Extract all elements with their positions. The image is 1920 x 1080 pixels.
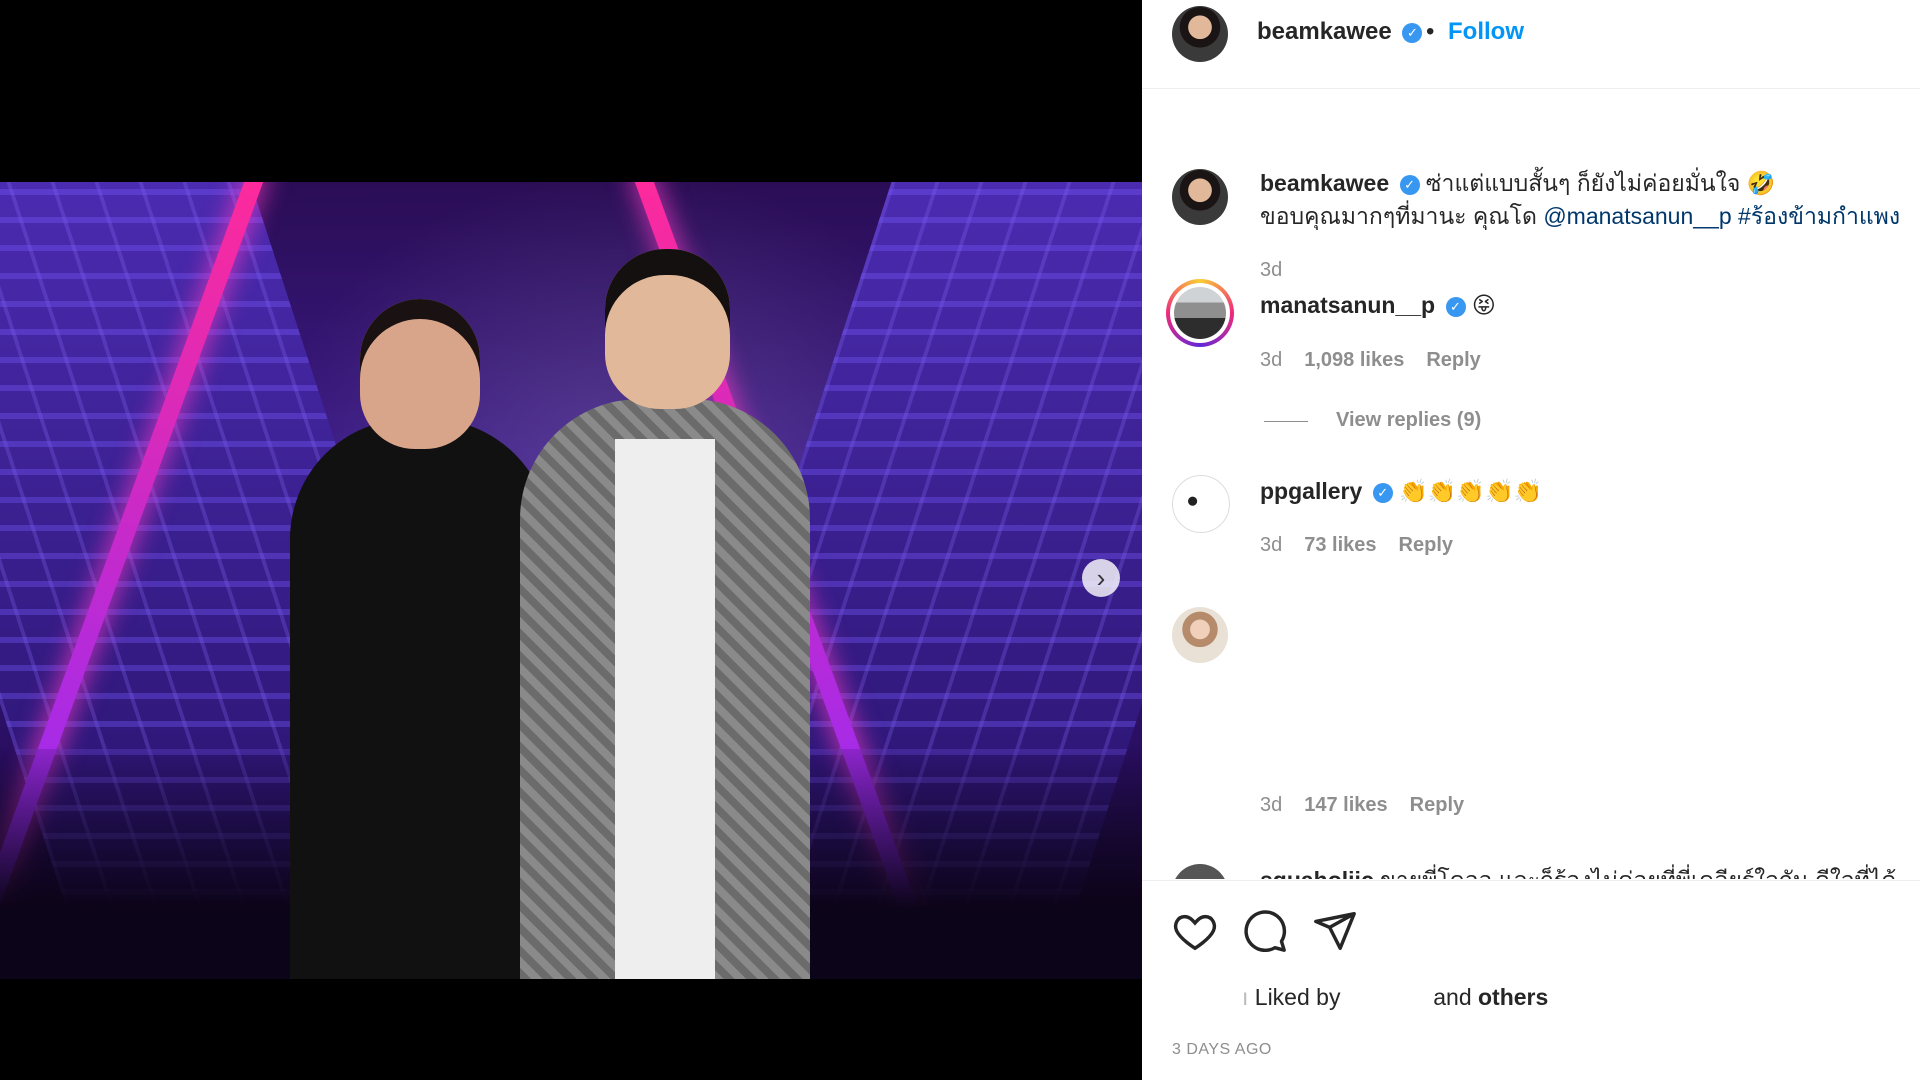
comment-username[interactable]: squaholiic: [1260, 867, 1374, 879]
comment-meta: 3d 1,098 likes Reply: [1260, 349, 1481, 372]
comment-text: squaholiic ขายพี่โดออ และก็ร้องไม่ค่อยที…: [1260, 864, 1908, 879]
comment-time: 3d: [1260, 349, 1283, 371]
photo-person-head: [360, 299, 480, 449]
comment-likes[interactable]: 147 likes: [1304, 794, 1387, 817]
view-replies-line: [1264, 421, 1308, 422]
post-actions: ı Liked by and others 3 DAYS AGO: [1142, 880, 1920, 1080]
and-text: and: [1433, 984, 1472, 1010]
comment-meta: 3d 147 likes Reply: [1260, 794, 1464, 817]
reply-button[interactable]: Reply: [1399, 534, 1453, 557]
instagram-post-modal: › beamkawee ✓ • Follow beamkawee ✓ ซ่าแต…: [0, 0, 1920, 1080]
caption-text: beamkawee ✓ ซ่าแต่แบบสั้นๆ ก็ยังไม่ค่อยม…: [1260, 167, 1908, 233]
comment-body: 👏👏👏👏👏: [1399, 478, 1543, 504]
verified-badge-icon: ✓: [1445, 296, 1466, 317]
comments-list[interactable]: beamkawee ✓ ซ่าแต่แบบสั้นๆ ก็ยังไม่ค่อยม…: [1142, 89, 1920, 879]
photo-person-shirt: [615, 439, 715, 979]
story-ring-inner: [1170, 283, 1230, 343]
paper-plane-icon[interactable]: [1312, 908, 1358, 954]
author-username[interactable]: beamkawee: [1257, 18, 1392, 45]
comment-time: 3d: [1260, 794, 1283, 816]
verified-badge-icon: ✓: [1399, 174, 1420, 195]
heart-icon[interactable]: [1172, 908, 1218, 954]
author-username-row: beamkawee ✓: [1257, 18, 1423, 46]
caption-hashtag-link[interactable]: #ร้องข้ามกำแพง: [1738, 203, 1900, 229]
comment-time: 3d: [1260, 534, 1283, 556]
commenter-avatar: [1174, 287, 1226, 339]
reply-button[interactable]: Reply: [1426, 349, 1480, 372]
author-avatar[interactable]: [1172, 6, 1228, 62]
comment-likes[interactable]: 1,098 likes: [1304, 349, 1404, 372]
verified-badge-icon: ✓: [1372, 482, 1393, 503]
post-photo: [0, 182, 1142, 979]
photo-person-head: [605, 249, 730, 409]
comment-text: ppgallery ✓ 👏👏👏👏👏: [1260, 475, 1908, 508]
chevron-right-icon: ›: [1096, 563, 1106, 593]
comment-meta: 3d 73 likes Reply: [1260, 534, 1453, 557]
commenter-avatar[interactable]: [1172, 475, 1230, 533]
caption-mention-link[interactable]: @manatsanun__p: [1543, 203, 1731, 229]
post-date: 3 DAYS AGO: [1172, 1041, 1272, 1058]
story-ring-avatar[interactable]: [1166, 279, 1234, 347]
caption-time: 3d: [1260, 259, 1283, 281]
comment-body: 😝: [1471, 292, 1496, 318]
photo-person-man: [520, 249, 810, 979]
likes-summary: ı Liked by and others: [1242, 984, 1549, 1010]
caption-meta: 3d: [1260, 259, 1282, 282]
post-side-panel: beamkawee ✓ • Follow beamkawee ✓ ซ่าแต่แ…: [1142, 0, 1920, 1080]
caption-line1: ซ่าแต่แบบสั้นๆ ก็ยังไม่ค่อยมั่นใจ 🤣: [1425, 170, 1776, 196]
carousel-next-button[interactable]: ›: [1082, 559, 1120, 597]
comment-likes[interactable]: 73 likes: [1304, 534, 1376, 557]
post-header: beamkawee ✓ • Follow: [1142, 0, 1920, 89]
comment-username[interactable]: manatsanun__p: [1260, 292, 1435, 318]
reply-button[interactable]: Reply: [1410, 794, 1464, 817]
header-separator: •: [1426, 18, 1435, 45]
caption-line2: ขอบคุณมากๆที่มานะ คุณโด: [1260, 203, 1544, 229]
commenter-avatar[interactable]: [1172, 864, 1228, 879]
comment-username[interactable]: ppgallery: [1260, 478, 1362, 504]
photo-person-woman: [290, 299, 550, 979]
liked-by-text: Liked by: [1254, 984, 1341, 1010]
caption-username[interactable]: beamkawee: [1260, 170, 1389, 196]
commenter-avatar[interactable]: [1172, 607, 1228, 663]
verified-badge-icon: ✓: [1402, 22, 1423, 43]
follow-button[interactable]: Follow: [1448, 18, 1524, 46]
post-media-area: ›: [0, 0, 1142, 1080]
author-avatar[interactable]: [1172, 169, 1228, 225]
view-replies-button[interactable]: View replies (9): [1336, 409, 1481, 432]
comment-text: manatsanun__p ✓ 😝: [1260, 289, 1908, 322]
others-link[interactable]: others: [1478, 984, 1548, 1010]
comment-icon[interactable]: [1242, 908, 1288, 954]
